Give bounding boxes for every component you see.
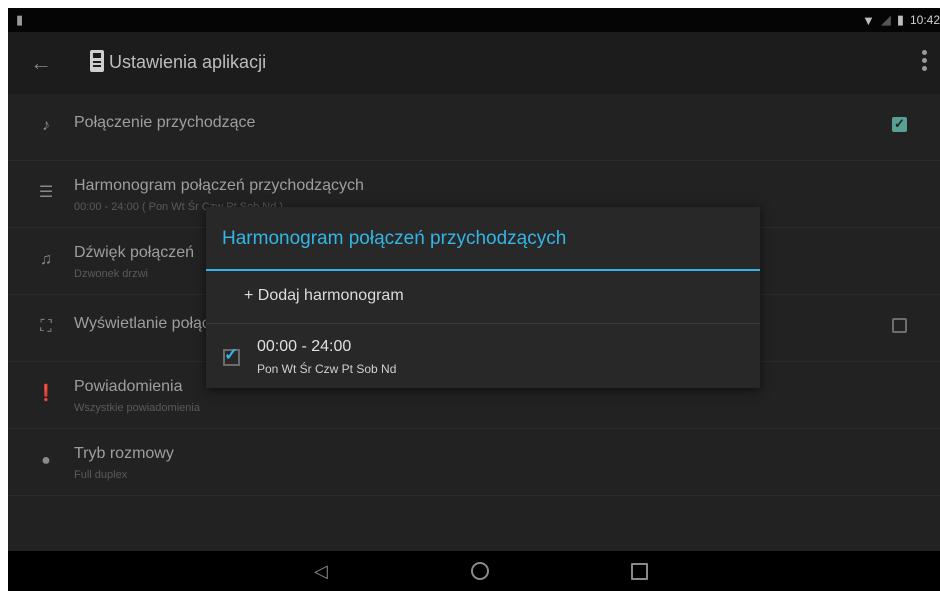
battery-icon: ▮ (896, 12, 904, 27)
schedule-icon: ☰ (38, 184, 54, 201)
setting-title: Połączenie przychodzące (74, 114, 256, 131)
nav-home-icon[interactable] (471, 562, 489, 580)
setting-subtitle: Dzwonek drzwi (74, 268, 148, 280)
incoming-call-checkbox[interactable] (892, 116, 907, 132)
add-schedule-label: + Dodaj harmonogram (244, 287, 404, 304)
schedule-dialog: Harmonogram połączeń przychodzących + Do… (206, 207, 760, 388)
setting-title: Tryb rozmowy (74, 445, 174, 462)
status-time: 10:42 (909, 13, 940, 27)
music-note-icon: ♫ (40, 251, 52, 268)
dialog-title: Harmonogram połączeń przychodzących (222, 228, 567, 249)
chat-icon: ● (41, 452, 51, 469)
setting-subtitle: Wszystkie powiadomienia (74, 402, 200, 414)
setting-subtitle: Full duplex (74, 469, 128, 481)
app-intercom-icon (90, 50, 104, 72)
page-title: Ustawienia aplikacji (109, 52, 267, 72)
schedule-days: Pon Wt Śr Czw Pt Sob Nd (257, 362, 397, 376)
schedule-row[interactable]: 00:00 - 24:00 Pon Wt Śr Czw Pt Sob Nd (206, 324, 760, 388)
fullscreen-icon: ⛶ (40, 318, 52, 335)
setting-title: Dźwięk połączeń (74, 244, 195, 261)
status-icons: ▼ ◢ ▮ 10:42 (862, 11, 940, 29)
setting-title: Powiadomienia (74, 378, 183, 395)
call-display-checkbox[interactable] (892, 318, 907, 333)
overflow-menu-icon[interactable] (922, 50, 928, 76)
android-screen: ▮ ▼ ◢ ▮ 10:42 ← Ustawienia aplikacji ♪ P… (8, 8, 940, 591)
back-arrow-icon[interactable]: ← (30, 51, 52, 75)
bell-icon: ♪ (42, 117, 50, 134)
status-bar: ▮ ▼ ◢ ▮ 10:42 (8, 8, 940, 32)
notification-icon: ▮ (16, 12, 24, 27)
signal-icon: ◢ (880, 12, 891, 27)
setting-incoming-call[interactable]: ♪ Połączenie przychodzące (8, 94, 940, 161)
add-schedule-button[interactable]: + Dodaj harmonogram (206, 271, 760, 324)
alert-icon: ❗ (36, 385, 56, 402)
schedule-checkbox[interactable] (223, 345, 240, 366)
wifi-icon: ▼ (861, 12, 875, 28)
setting-title: Harmonogram połączeń przychodzących (74, 177, 364, 194)
navigation-bar: ◁ (8, 551, 940, 591)
setting-talk-mode[interactable]: ● Tryb rozmowy Full duplex (8, 429, 940, 496)
schedule-time: 00:00 - 24:00 (257, 338, 352, 355)
action-bar: ← Ustawienia aplikacji (8, 32, 940, 94)
nav-back-icon[interactable]: ◁ (314, 560, 328, 582)
nav-recents-icon[interactable] (631, 563, 648, 580)
